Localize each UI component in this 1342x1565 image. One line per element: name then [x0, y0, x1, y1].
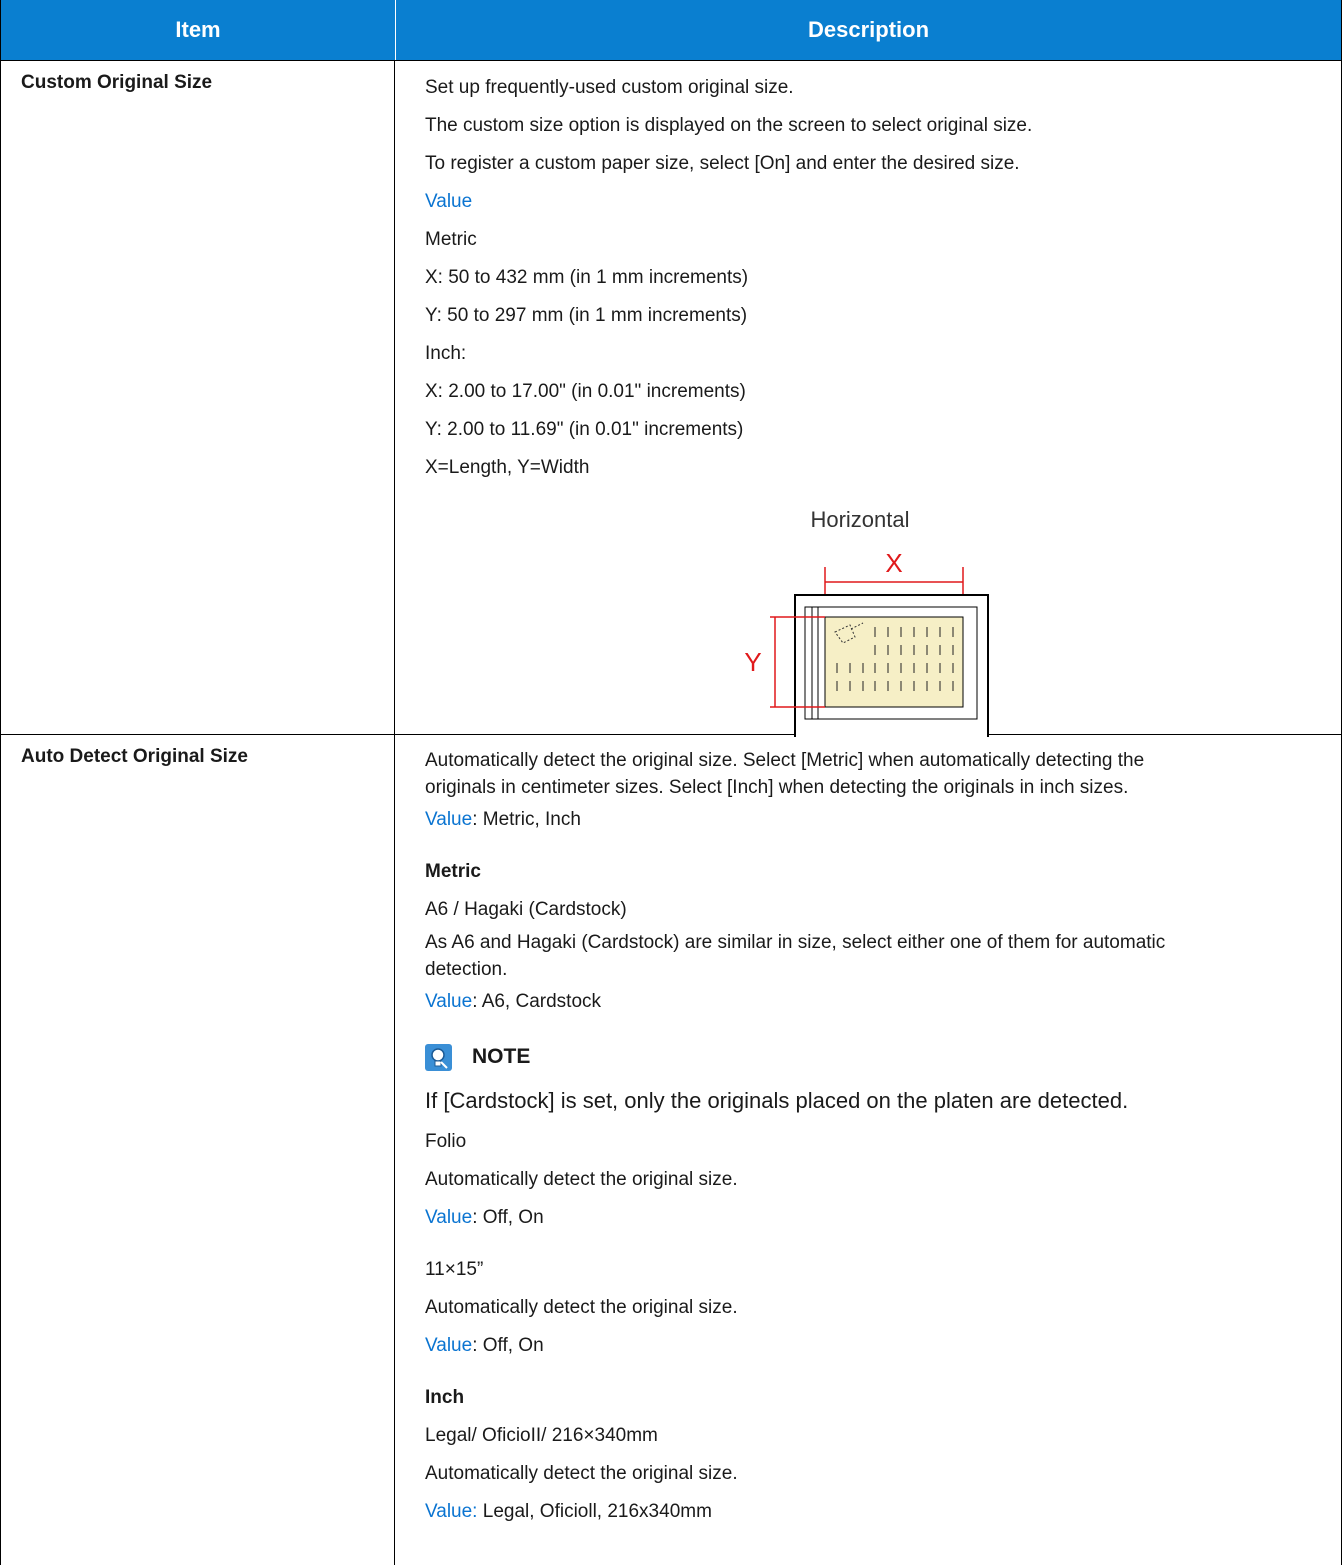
value-line: Value: Metric, Inch: [425, 801, 1341, 839]
y-label: Y: [744, 647, 761, 677]
value-label: Value: [425, 1207, 473, 1228]
folio-description: Automatically detect the original size.: [425, 1169, 738, 1190]
header-item: Item: [1, 0, 396, 60]
description-line: The custom size option is displayed on t…: [425, 115, 1033, 136]
settings-table: Item Description Custom Original Size Se…: [0, 0, 1342, 1565]
value-text: : A6, Cardstock: [472, 991, 602, 1012]
row-item-label: Auto Detect Original Size: [1, 735, 395, 1565]
value-label: Value: [425, 191, 473, 212]
value-line: Value: A6, Cardstock: [425, 983, 1341, 1021]
value-line: Value: Off, On: [425, 1199, 1341, 1237]
description-line: To register a custom paper size, select …: [425, 153, 1020, 174]
size-11x15-description: Automatically detect the original size.: [425, 1297, 738, 1318]
table-row-auto-detect-original-size: Auto Detect Original Size Automatically …: [1, 734, 1341, 1565]
note-text: If [Cardstock] is set, only the original…: [425, 1088, 1129, 1113]
value-text: : Off, On: [472, 1207, 544, 1228]
a6-description: detection.: [425, 959, 508, 980]
value-label: Value: [425, 1335, 473, 1356]
metric-y-range: Y: 50 to 297 mm (in 1 mm increments): [425, 305, 748, 326]
row-description: Set up frequently-used custom original s…: [395, 61, 1341, 740]
value-label: Value:: [425, 1501, 478, 1522]
lightbulb-note-icon: [425, 1043, 452, 1071]
value-line: Value: Off, On: [425, 1327, 1341, 1365]
original-paper: [824, 616, 964, 708]
diagram-title: Horizontal: [810, 507, 909, 532]
inch-y-range: Y: 2.00 to 11.69" (in 0.01" increments): [425, 419, 744, 440]
size-11x15-title: 11×15”: [425, 1259, 484, 1280]
inch-title: Inch: [425, 1387, 465, 1408]
table-row-custom-original-size: Custom Original Size Set up frequently-u…: [1, 60, 1341, 740]
platen-diagram-svg: Horizontal X Y: [744, 507, 989, 740]
description-line: Set up frequently-used custom original s…: [425, 77, 794, 98]
note-heading: NOTE: [425, 1035, 1341, 1079]
value-text: Legal, Oficioll, 216x340mm: [477, 1501, 712, 1522]
legal-description: Automatically detect the original size.: [425, 1463, 738, 1484]
metric-title: Metric: [425, 861, 481, 882]
inch-title: Inch:: [425, 343, 467, 364]
row-item-label: Custom Original Size: [1, 61, 395, 734]
metric-title: Metric: [425, 229, 477, 250]
description-line: Automatically detect the original size. …: [425, 750, 1145, 771]
note-title: NOTE: [472, 1045, 531, 1068]
folio-title: Folio: [425, 1131, 467, 1152]
value-text: : Off, On: [472, 1335, 544, 1356]
legal-title: Legal/ OficioII/ 216×340mm: [425, 1425, 658, 1446]
inch-x-range: X: 2.00 to 17.00" (in 0.01" increments): [425, 381, 746, 402]
value-label: Value: [425, 809, 473, 830]
description-line: originals in centimeter sizes. Select [I…: [425, 777, 1129, 798]
x-label: X: [885, 548, 902, 578]
metric-x-range: X: 50 to 432 mm (in 1 mm increments): [425, 267, 749, 288]
value-line: Value: Legal, Oficioll, 216x340mm: [425, 1493, 1341, 1531]
row-description: Automatically detect the original size. …: [395, 735, 1341, 1565]
table-header: Item Description: [1, 0, 1341, 60]
header-description: Description: [807, 17, 930, 42]
a6-title: A6 / Hagaki (Cardstock): [425, 899, 627, 920]
a6-description: As A6 and Hagaki (Cardstock) are similar…: [425, 932, 1166, 953]
xy-note: X=Length, Y=Width: [425, 457, 590, 478]
value-label: Value: [425, 991, 473, 1012]
horizontal-diagram: Horizontal X Y: [715, 487, 1185, 740]
value-text: : Metric, Inch: [472, 809, 581, 830]
